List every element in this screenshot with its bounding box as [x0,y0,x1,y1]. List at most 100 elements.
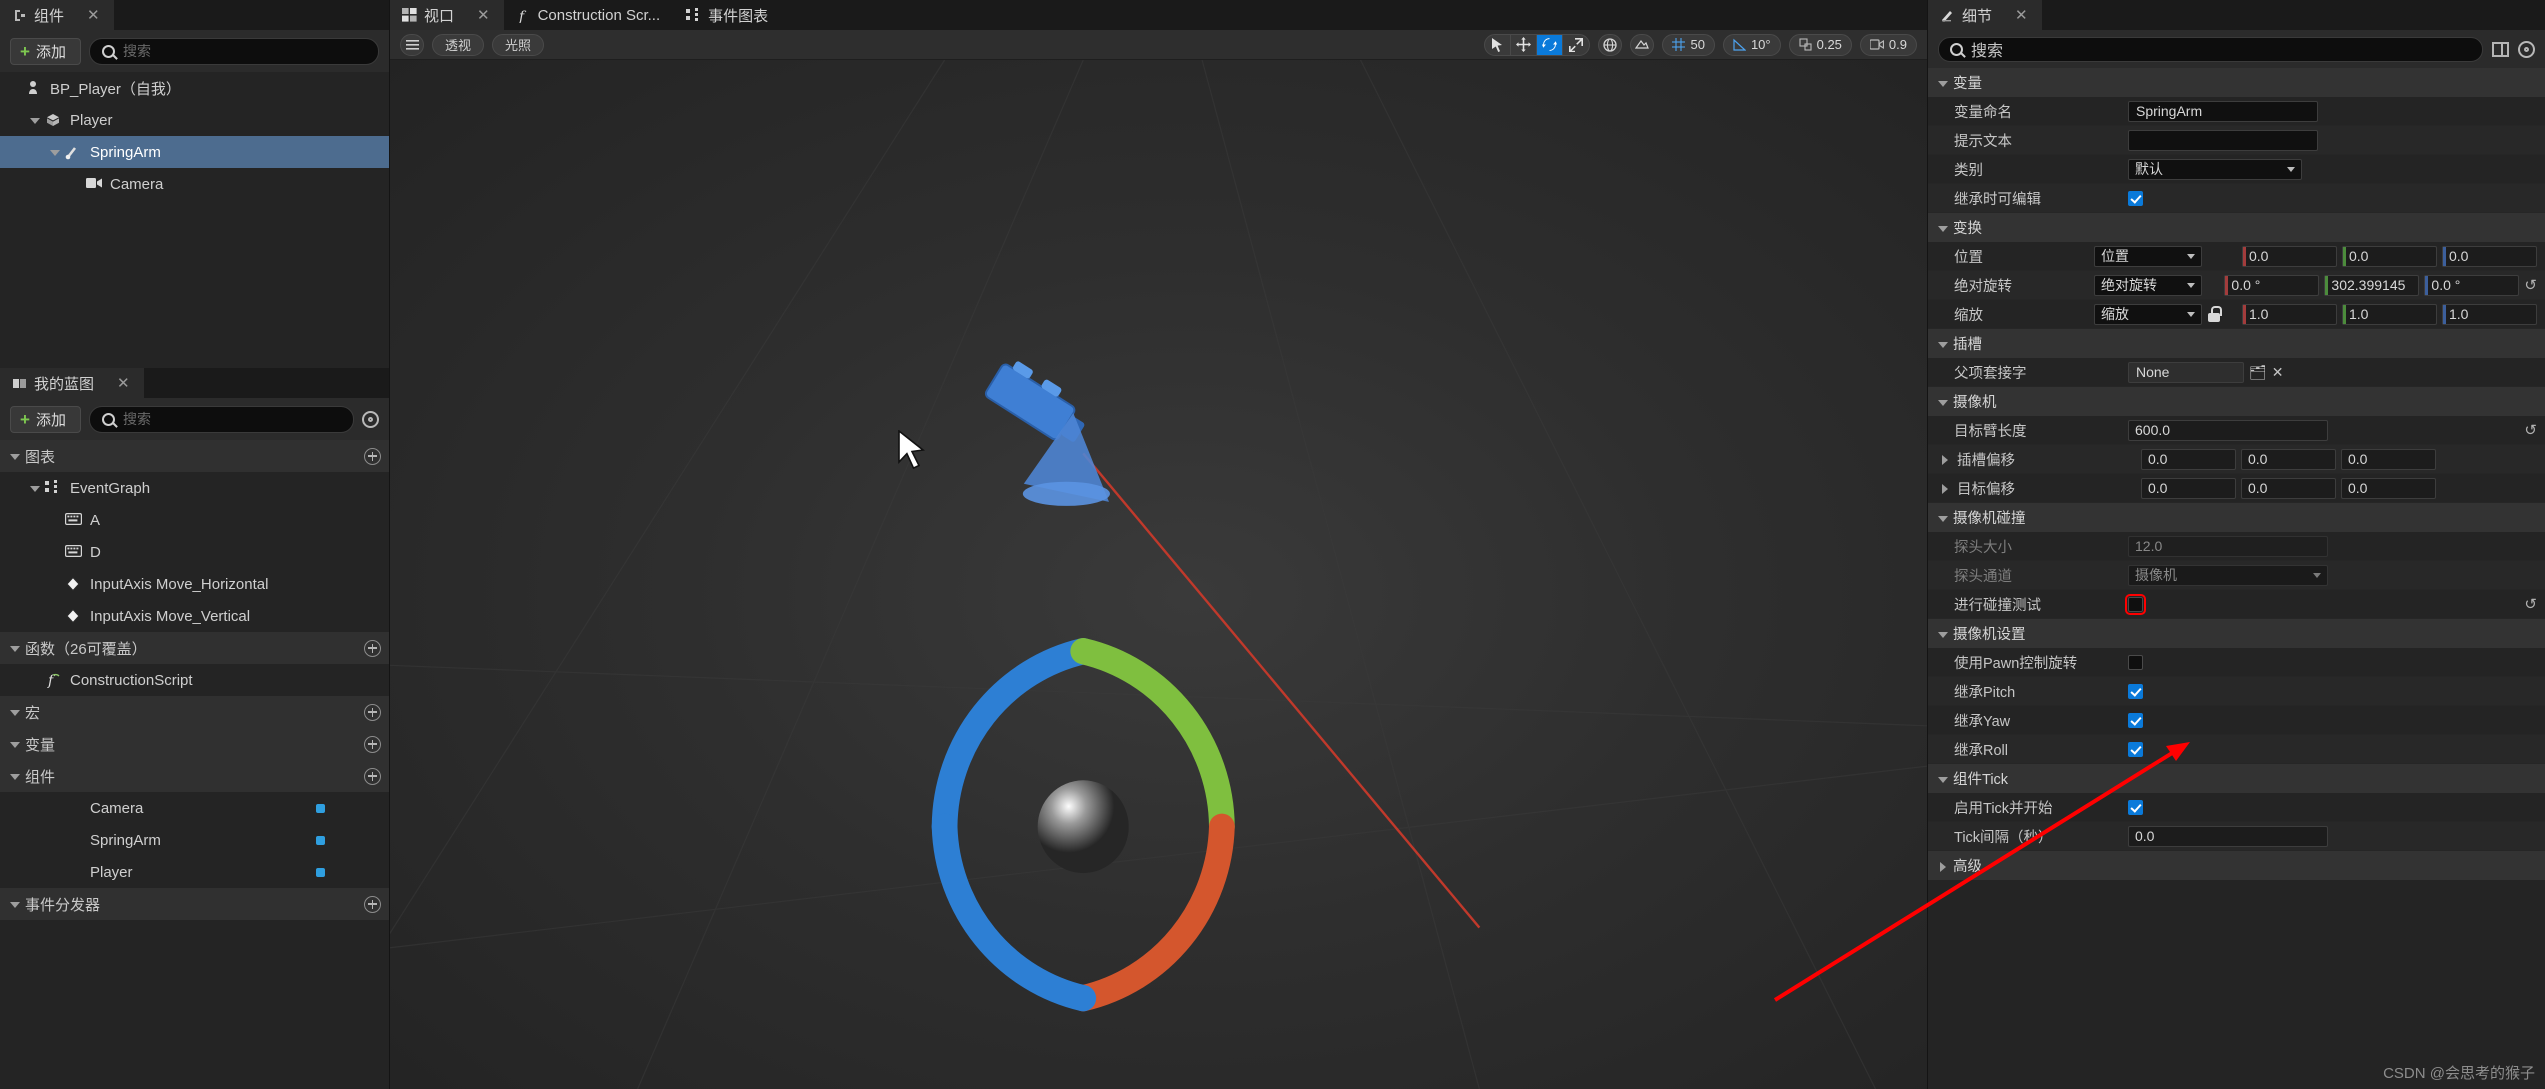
gear-icon[interactable] [2518,40,2535,58]
lock-icon[interactable] [2207,306,2222,322]
columns-icon[interactable] [2492,41,2509,57]
details-section-header[interactable]: 摄像机 [1928,387,2545,416]
number-field[interactable]: 0.0 ° [2424,274,2520,296]
blueprint-tree-item[interactable]: f ConstructionScript [0,664,389,696]
camera-speed[interactable]: 0.9 [1859,33,1917,56]
chevron-down-icon[interactable] [48,145,62,159]
blueprint-tree-item[interactable]: D [0,536,389,568]
rotate-tool[interactable] [1537,34,1564,55]
dropdown[interactable]: 绝对旋转 [2094,274,2202,296]
tab-myblueprint[interactable]: 我的蓝图 ✕ [0,368,144,398]
number-field[interactable]: 0.0 [2242,245,2337,267]
add-section-item-icon[interactable] [364,639,381,657]
details-section-header[interactable]: 变换 [1928,213,2545,242]
number-field[interactable]: 0.0 [2141,448,2236,470]
variable-pin-icon[interactable] [316,867,325,877]
details-section-header[interactable]: 摄像机设置 [1928,619,2545,648]
number-field[interactable]: 600.0 [2128,419,2328,441]
add-section-item-icon[interactable] [364,767,381,785]
blueprint-tree-item[interactable]: SpringArm [0,824,389,856]
reset-icon[interactable]: ↺ [2524,595,2537,613]
chevron-down-icon[interactable] [1936,76,1950,90]
dropdown[interactable]: 摄像机 [2128,564,2328,586]
details-section-header[interactable]: 高级 [1928,851,2545,880]
chevron-right-icon[interactable] [1936,859,1950,873]
details-section-header[interactable]: 插槽 [1928,329,2545,358]
chevron-down-icon[interactable] [8,449,22,463]
reset-icon[interactable]: ↺ [2524,276,2537,294]
number-field[interactable]: 0.0 [2442,245,2537,267]
details-section-header[interactable]: 组件Tick [1928,764,2545,793]
chevron-down-icon[interactable] [8,769,22,783]
browse-icon[interactable]: 🗂 [2249,364,2267,381]
checkbox[interactable] [2128,654,2143,670]
component-tree-item[interactable]: SpringArm [0,136,389,168]
blueprint-section-header[interactable]: 图表 [0,440,389,472]
number-field[interactable]: 0.0 [2342,245,2437,267]
scale-tool[interactable] [1563,35,1589,55]
close-icon[interactable]: ✕ [2272,364,2284,381]
close-icon[interactable]: ✕ [117,374,130,392]
number-field[interactable]: 0.0 [2341,448,2436,470]
lit-button[interactable]: 光照 [492,33,545,56]
select-tool[interactable] [1485,34,1512,55]
chevron-down-icon[interactable] [8,641,22,655]
blueprint-section-header[interactable]: 宏 [0,696,389,728]
components-search-input[interactable]: 搜索 [88,37,379,65]
add-section-item-icon[interactable] [364,703,381,721]
variable-pin-icon[interactable] [316,835,325,845]
angle-snap[interactable]: 10° [1722,33,1781,56]
add-section-item-icon[interactable] [364,895,381,913]
details-section-header[interactable]: 变量 [1928,68,2545,97]
add-blueprint-button[interactable]: + 添加 [10,405,81,433]
hamburger-icon[interactable] [400,33,424,56]
chevron-down-icon[interactable] [1936,221,1950,235]
add-section-item-icon[interactable] [364,735,381,753]
surface-snap-icon[interactable] [1630,33,1655,56]
chevron-down-icon[interactable] [8,705,22,719]
blueprint-tree-item[interactable]: EventGraph [0,472,389,504]
number-field[interactable]: 0.0 [2241,477,2336,499]
component-tree-item[interactable]: Camera [0,168,389,200]
checkbox[interactable] [2128,799,2143,815]
number-field[interactable]: 1.0 [2242,303,2337,325]
globe-icon[interactable] [1598,33,1623,56]
grid-snap[interactable]: 50 [1662,33,1715,56]
blueprint-section-header[interactable]: 组件 [0,760,389,792]
chevron-right-icon[interactable] [1938,452,1952,466]
checkbox[interactable] [2128,741,2143,757]
number-field[interactable]: 0.0 [2128,825,2328,847]
chevron-down-icon[interactable] [8,897,22,911]
scale-snap[interactable]: 0.25 [1788,33,1852,56]
chevron-down-icon[interactable] [28,481,42,495]
blueprint-section-header[interactable]: 事件分发器 [0,888,389,920]
text-field[interactable]: SpringArm [2128,100,2318,122]
add-component-button[interactable]: + 添加 [10,37,81,65]
number-field[interactable]: 12.0 [2128,535,2328,557]
socket-field[interactable]: None [2128,361,2244,383]
chevron-down-icon[interactable] [1936,772,1950,786]
gear-icon[interactable] [362,410,379,428]
move-tool[interactable] [1511,34,1538,55]
blueprint-tree-item[interactable]: InputAxis Move_Vertical [0,600,389,632]
tab-details[interactable]: 细节 ✕ [1928,0,2042,30]
details-section-header[interactable]: 摄像机碰撞 [1928,503,2545,532]
chevron-down-icon[interactable] [28,113,42,127]
blueprint-tree-item[interactable]: Camera [0,792,389,824]
perspective-button[interactable]: 透视 [432,33,485,56]
number-field[interactable]: 0.0 [2141,477,2236,499]
checkbox[interactable] [2128,190,2143,206]
blueprint-tree-item[interactable]: Player [0,856,389,888]
number-field[interactable]: 302.399145 [2324,274,2420,296]
number-field[interactable]: 0.0 [2341,477,2436,499]
chevron-right-icon[interactable] [1938,481,1952,495]
text-field[interactable] [2128,129,2318,151]
checkbox[interactable] [2128,712,2143,728]
tab-graph-1[interactable]: f Construction Scr... [503,0,675,30]
close-icon[interactable]: ✕ [87,6,100,24]
chevron-down-icon[interactable] [1936,627,1950,641]
dropdown[interactable]: 位置 [2094,245,2202,267]
component-tree-item[interactable]: Player [0,104,389,136]
number-field[interactable]: 0.0 ° [2224,274,2320,296]
variable-pin-icon[interactable] [316,803,325,813]
